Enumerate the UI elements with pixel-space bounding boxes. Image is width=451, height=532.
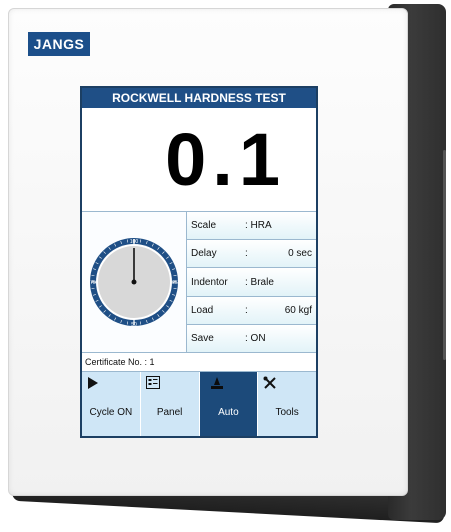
cycle-on-button[interactable]: Cycle ON: [82, 372, 141, 436]
hardness-reading-value: 0.1: [165, 118, 286, 201]
status-section: 100 25 50 75 Scale : HRA Delay : 0 sec I…: [82, 212, 316, 353]
param-value-scale: : HRA: [245, 220, 272, 232]
param-row-save[interactable]: Save : ON: [187, 324, 316, 353]
auto-button[interactable]: Auto: [199, 372, 259, 436]
hardness-reading-display: 0.1: [82, 108, 316, 212]
device-side-slot: [443, 150, 446, 360]
brand-logo: JANGS: [28, 32, 90, 56]
param-row-scale[interactable]: Scale : HRA: [187, 212, 316, 241]
param-value-indentor: : Brale: [245, 276, 274, 288]
param-value-save: : ON: [245, 332, 266, 344]
param-label-delay: Delay: [191, 248, 217, 260]
screen-title: ROCKWELL HARDNESS TEST: [82, 88, 316, 108]
gauge-hub: [131, 279, 137, 285]
play-icon: [88, 377, 98, 389]
progress-gauge: 100 25 50 75: [82, 212, 187, 352]
param-label-scale: Scale: [191, 220, 217, 232]
gauge-label-left: 75: [90, 280, 96, 286]
param-label-save: Save: [191, 332, 214, 344]
auto-icon: [210, 377, 223, 389]
gauge-label-right: 25: [172, 280, 178, 286]
param-row-indentor[interactable]: Indentor : Brale: [187, 268, 316, 297]
gauge-label-bottom: 50: [131, 322, 137, 328]
param-value-delay: 0 sec: [288, 248, 312, 260]
param-label-indentor: Indentor: [191, 276, 228, 288]
touch-screen: ROCKWELL HARDNESS TEST 0.1 100 25 50 75 …: [80, 86, 318, 438]
param-separator: :: [245, 248, 248, 260]
tools-icon: [263, 376, 276, 389]
certificate-number: Certificate No. : 1: [82, 353, 316, 372]
panel-icon: [145, 376, 160, 389]
panel-button[interactable]: Panel: [140, 372, 200, 436]
action-button-bar: Cycle ON Panel Auto Tools: [82, 372, 316, 436]
gauge-label-top: 100: [130, 239, 139, 245]
parameter-table: Scale : HRA Delay : 0 sec Indentor : Bra…: [187, 212, 316, 353]
param-row-delay[interactable]: Delay : 0 sec: [187, 240, 316, 269]
param-value-load: 60 kgf: [284, 304, 312, 316]
gauge-dial: 100 25 50 75: [90, 238, 178, 328]
auto-label: Auto: [218, 406, 239, 418]
tools-label: Tools: [275, 406, 299, 418]
param-label-load: Load: [191, 304, 214, 316]
panel-label: Panel: [156, 406, 183, 418]
param-separator: :: [245, 304, 248, 316]
param-row-load[interactable]: Load : 60 kgf: [187, 296, 316, 325]
cycle-on-label: Cycle ON: [89, 406, 133, 418]
tools-button[interactable]: Tools: [258, 372, 316, 436]
